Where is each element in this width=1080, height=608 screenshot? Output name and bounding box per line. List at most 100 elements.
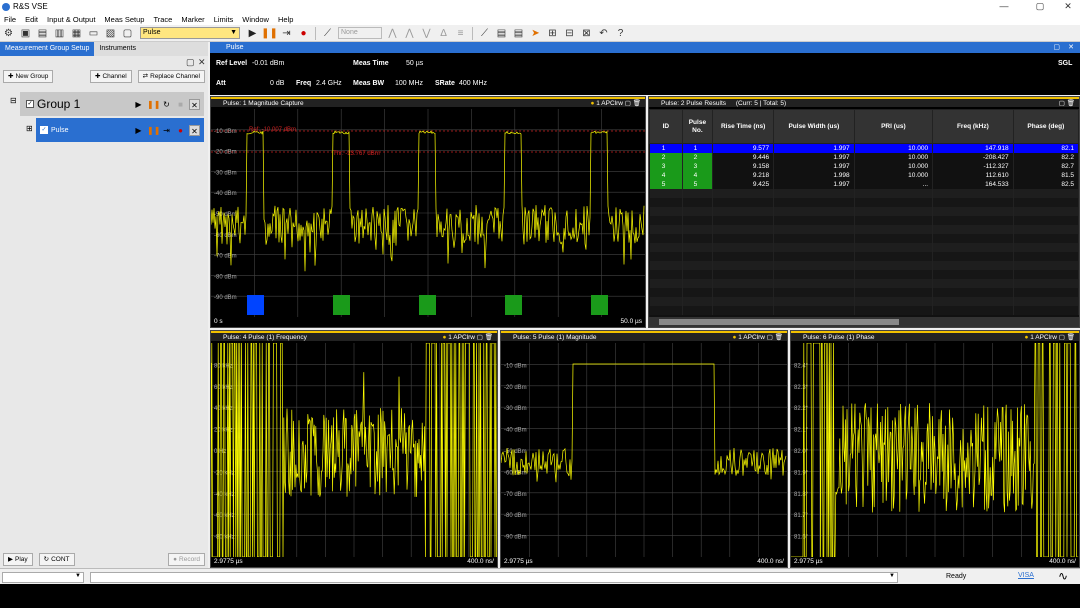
record-button[interactable]: ● Record bbox=[168, 552, 205, 566]
group-checkbox[interactable]: ✓ bbox=[26, 100, 34, 108]
close-channel-icon[interactable]: ✕ bbox=[1068, 42, 1074, 53]
tab-measurement-group-setup[interactable]: Measurement Group Setup bbox=[0, 42, 95, 56]
menu-meas-setup[interactable]: Meas Setup bbox=[100, 15, 149, 24]
undock-icon[interactable]: ▢ bbox=[477, 334, 483, 341]
undock-icon[interactable]: ▢ bbox=[1059, 100, 1065, 107]
menu-marker[interactable]: Marker bbox=[177, 15, 209, 24]
pulse-close-icon[interactable]: ✕ bbox=[189, 124, 200, 136]
window-icon[interactable]: ▢ bbox=[121, 27, 134, 40]
pulse-play-icon[interactable]: ▶ bbox=[133, 125, 144, 136]
multi-zoom-icon[interactable]: ⊟ bbox=[563, 27, 576, 40]
open-icon[interactable]: ▤ bbox=[36, 27, 49, 40]
frequency-window[interactable]: Pulse: 4 Pulse (1) Frequency ● 1 APClrw … bbox=[210, 330, 498, 568]
horizontal-scrollbar[interactable] bbox=[649, 317, 1079, 327]
preset-icon[interactable]: ⚙ bbox=[2, 27, 15, 40]
replace-channel-button[interactable]: ⇄ Replace Channel bbox=[137, 69, 205, 83]
column-header[interactable]: Pulse Width (us) bbox=[773, 109, 855, 144]
att-value[interactable]: 0 dB bbox=[270, 80, 284, 87]
pulse-results-window[interactable]: Pulse: 2 Pulse Results (Curr: 5 | Total:… bbox=[648, 96, 1080, 328]
column-header[interactable]: Freq (kHz) bbox=[932, 109, 1014, 144]
group-play-icon[interactable]: ▶ bbox=[133, 99, 144, 110]
delete-icon[interactable]: 🗑 bbox=[633, 100, 641, 107]
pulse-pause-icon[interactable]: ❚❚ bbox=[147, 125, 160, 136]
column-header[interactable]: Pulse No. bbox=[681, 109, 714, 144]
delta-icon[interactable]: ∆ bbox=[437, 27, 450, 40]
menu-edit[interactable]: Edit bbox=[21, 15, 43, 24]
layout-icon[interactable]: ▧ bbox=[104, 27, 117, 40]
auto-level-icon[interactable]: ▤ bbox=[495, 27, 508, 40]
plot-area[interactable]: 82.4° 82.3° 82.2° 82.1° 82.0° 81.9° 81.8° 81.7°… bbox=[791, 343, 1079, 557]
channel-button[interactable]: ✚ Channel bbox=[90, 69, 132, 83]
auto-set-icon[interactable]: ▤ bbox=[512, 27, 525, 40]
phase-window[interactable]: Pulse: 6 Pulse (1) Phase ● 1 APClrw ▢ 🗑 … bbox=[790, 330, 1080, 568]
undock-icon[interactable]: ▢ bbox=[1053, 42, 1060, 53]
zoom-off-icon[interactable]: ⊠ bbox=[580, 27, 593, 40]
marker-mode-select[interactable]: None bbox=[338, 27, 382, 39]
plot-area[interactable]: -10 dBm -20 dBm -30 dBm -40 dBm -50 dBm -60 d… bbox=[501, 343, 787, 557]
table-row[interactable]: 4 4 9.218 1.998 10.000 112.610 81.5 bbox=[649, 170, 1080, 180]
magnitude-capture-window[interactable]: Pulse: 1 Magnitude Capture ● 1 APClrw ▢ … bbox=[210, 96, 646, 328]
status-select-left[interactable]: ▼ bbox=[2, 572, 84, 583]
screenshot-icon[interactable]: ▦ bbox=[70, 27, 83, 40]
undock-icon[interactable]: ▢ bbox=[1059, 334, 1065, 341]
close-button[interactable]: ✕ bbox=[1056, 0, 1080, 13]
zoom-icon[interactable]: ⊞ bbox=[546, 27, 559, 40]
delete-icon[interactable]: 🗑 bbox=[485, 334, 493, 341]
record-icon[interactable]: ● bbox=[297, 27, 310, 40]
undock-icon[interactable]: ▢ bbox=[767, 334, 773, 341]
auto-icon[interactable]: ⟋ bbox=[478, 27, 491, 40]
marker-table-icon[interactable]: ≡ bbox=[454, 27, 467, 40]
marker-icon[interactable]: ⟋ bbox=[321, 27, 334, 40]
tab-instruments[interactable]: Instruments bbox=[94, 42, 141, 56]
maximize-button[interactable]: ▢ bbox=[1028, 0, 1052, 13]
menu-file[interactable]: File bbox=[0, 15, 21, 24]
menu-trace[interactable]: Trace bbox=[149, 15, 177, 24]
plot-area[interactable]: 80 kHz 60 kHz 40 kHz 20 kHz 0 Hz -20 kHz -40 k… bbox=[211, 343, 497, 557]
next-peak-icon[interactable]: ⋀ bbox=[403, 27, 416, 40]
recall-icon[interactable]: ▥ bbox=[53, 27, 66, 40]
pause-icon[interactable]: ❚❚ bbox=[261, 27, 278, 40]
table-row[interactable]: 3 3 9.158 1.997 10.000 -112.327 82.7 bbox=[649, 161, 1080, 171]
pointer-icon[interactable]: ➤ bbox=[529, 27, 542, 40]
delete-icon[interactable]: 🗑 bbox=[775, 334, 783, 341]
expand-icon[interactable]: ⊞ bbox=[26, 124, 33, 133]
channel-tab[interactable]: Pulse ▢ ✕ bbox=[210, 42, 1080, 53]
meas-time-value[interactable]: 50 µs bbox=[406, 60, 423, 67]
pulse-magnitude-window[interactable]: Pulse: 5 Pulse (1) Magnitude ● 1 APClrw … bbox=[500, 330, 788, 568]
table-row[interactable]: 5 5 9.425 1.997... 164.533 82.5 bbox=[649, 179, 1080, 189]
group-stop-icon[interactable]: ■ bbox=[175, 99, 186, 110]
menu-window[interactable]: Window bbox=[238, 15, 274, 24]
cont-button[interactable]: ↻ CONT bbox=[38, 552, 75, 566]
undock-icon[interactable]: ▢ bbox=[625, 100, 631, 107]
play-icon[interactable]: ▶ bbox=[246, 27, 259, 40]
menu-limits[interactable]: Limits bbox=[210, 15, 239, 24]
min-icon[interactable]: ⋁ bbox=[420, 27, 433, 40]
column-header[interactable]: ID bbox=[649, 109, 683, 144]
measurement-select[interactable]: Pulse ▼ bbox=[140, 27, 240, 39]
pulse-record-icon[interactable]: ● bbox=[175, 125, 186, 136]
peak-icon[interactable]: ⋀ bbox=[386, 27, 399, 40]
status-select-main[interactable]: ▼ bbox=[90, 572, 898, 583]
column-header[interactable]: PRI (us) bbox=[853, 109, 934, 144]
group-node[interactable]: ✓ Group 1 ▶ ❚❚ ↻ ■ ✕ bbox=[20, 92, 204, 116]
srate-value[interactable]: 400 MHz bbox=[459, 80, 487, 87]
delete-icon[interactable]: 🗑 bbox=[1067, 334, 1075, 341]
pulse-step-icon[interactable]: ⇥ bbox=[161, 125, 172, 136]
save-icon[interactable]: ▣ bbox=[19, 27, 32, 40]
group-pause-icon[interactable]: ❚❚ bbox=[147, 99, 160, 110]
plot-area[interactable]: -10 dBm -20 dBm -30 dBm -40 dBm -50 dBm -60 d… bbox=[211, 109, 645, 317]
undo-icon[interactable]: ↶ bbox=[597, 27, 610, 40]
column-header[interactable]: Phase (deg) bbox=[1012, 109, 1080, 144]
menu-help[interactable]: Help bbox=[274, 15, 298, 24]
close-panel-icon[interactable]: ✕ bbox=[198, 57, 206, 68]
undock-icon[interactable]: ▢ bbox=[186, 57, 195, 68]
table-row[interactable]: 2 2 9.446 1.997 10.000 -208.427 82.2 bbox=[649, 152, 1080, 162]
group-repeat-icon[interactable]: ↻ bbox=[161, 99, 172, 110]
table-row[interactable]: 1 1 9.577 1.997 10.000 147.918 82.1 bbox=[649, 143, 1080, 153]
collapse-icon[interactable]: ⊟ bbox=[10, 96, 17, 105]
scroll-thumb[interactable] bbox=[659, 319, 899, 325]
group-close-icon[interactable]: ✕ bbox=[189, 98, 200, 110]
pulse-channel-node[interactable]: ✓ Pulse ▶ ❚❚ ⇥ ● ✕ bbox=[36, 118, 204, 142]
minimize-button[interactable]: — bbox=[992, 0, 1016, 13]
column-header[interactable]: Rise Time (ns) bbox=[712, 109, 775, 144]
